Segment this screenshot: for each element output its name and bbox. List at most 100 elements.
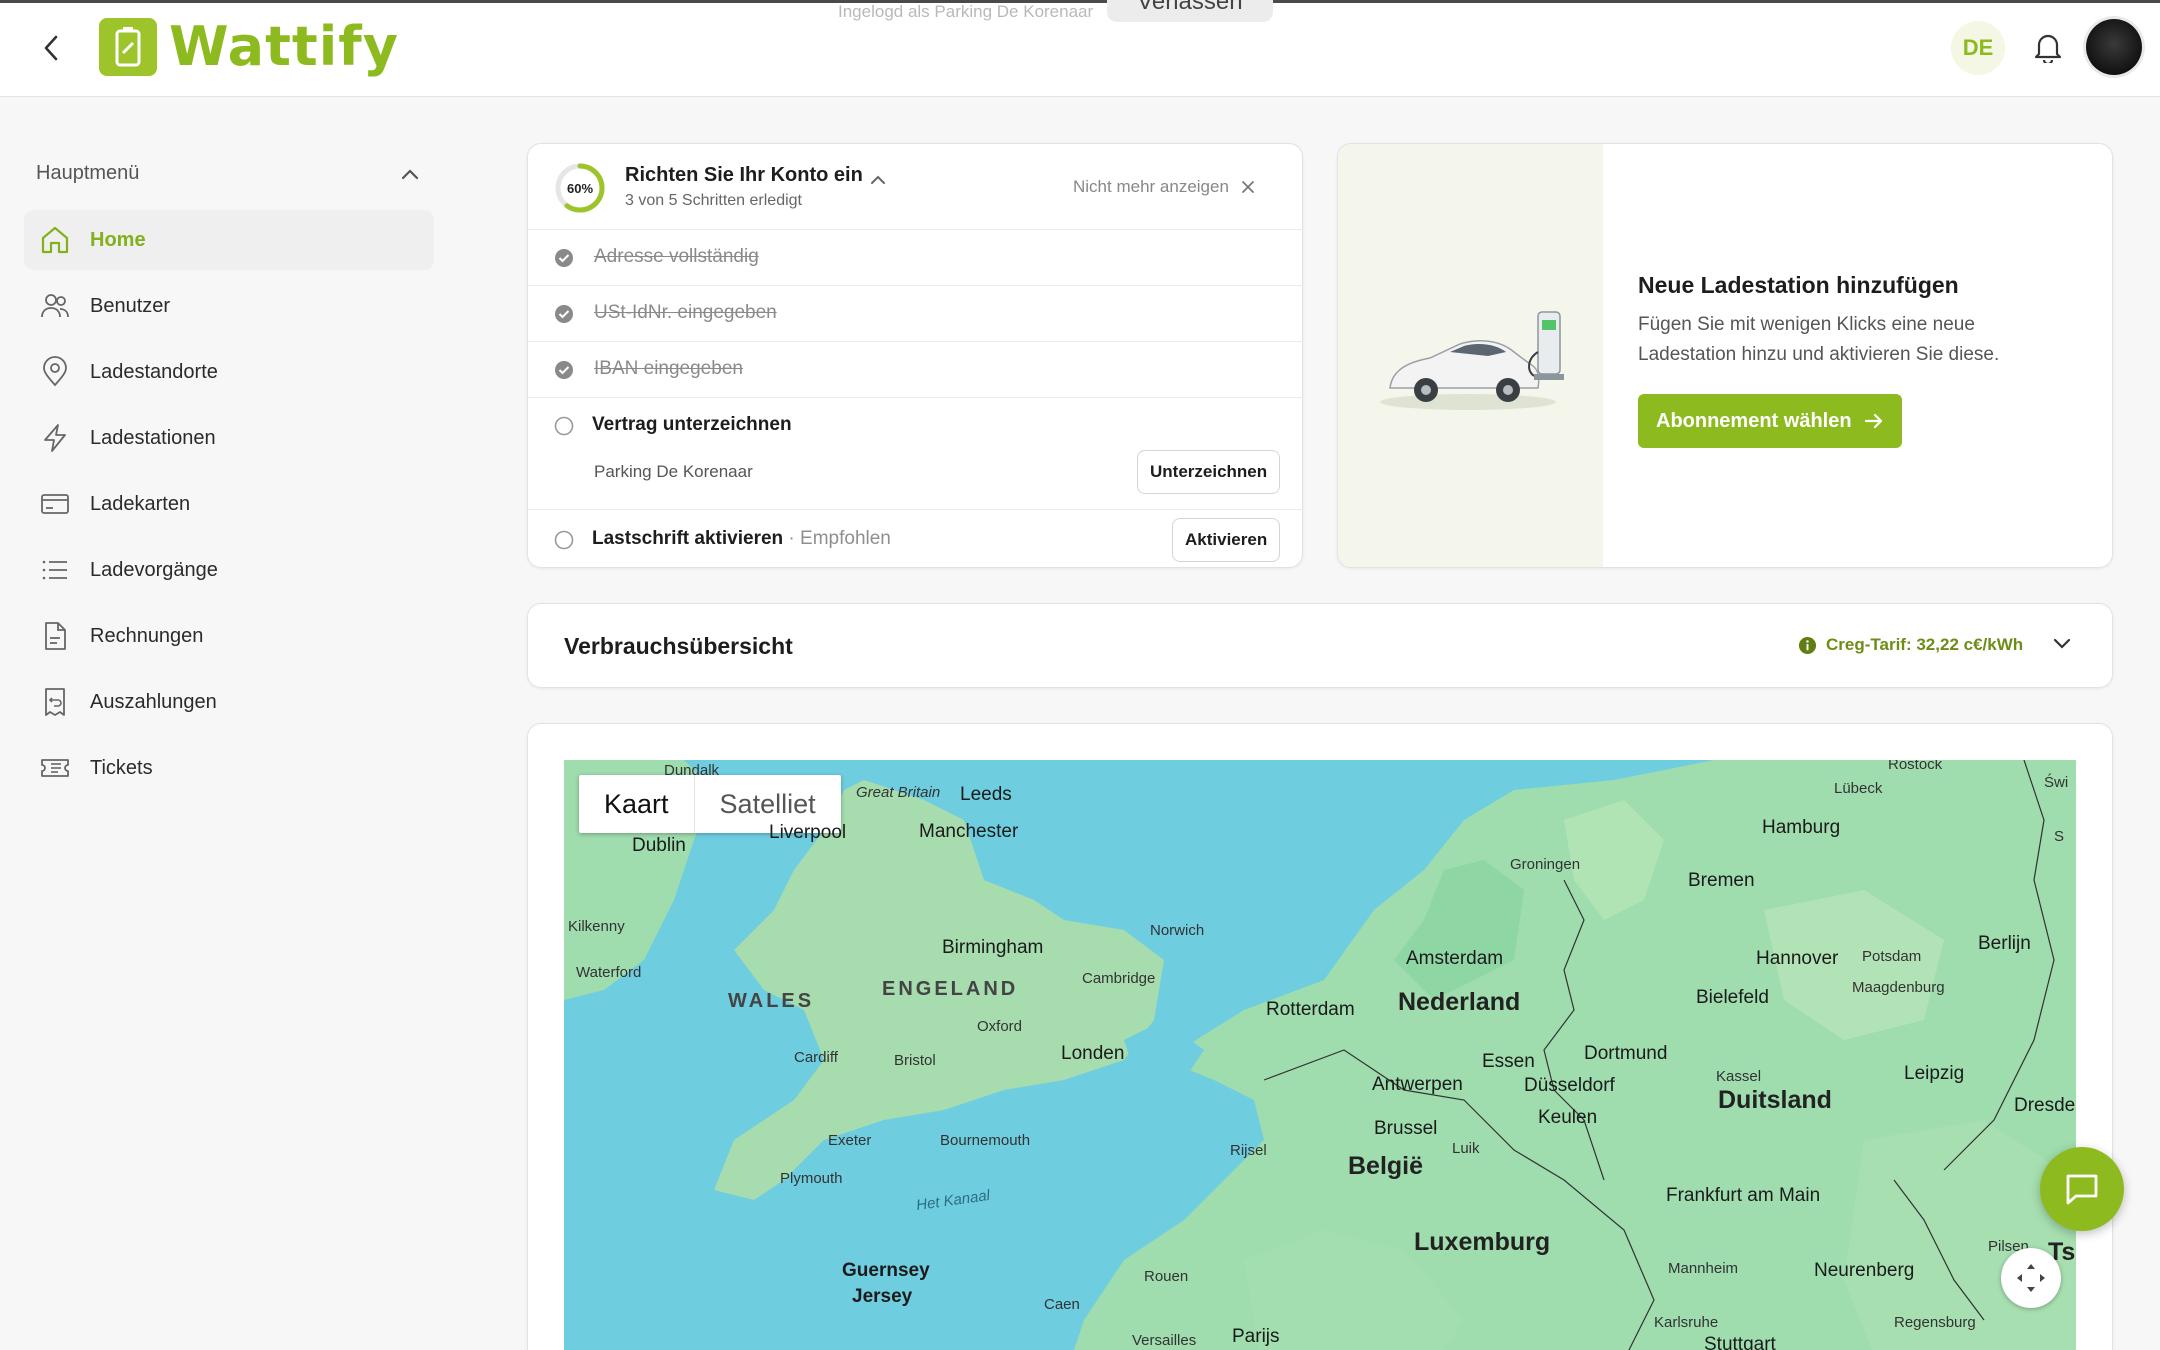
sidebar-item-label: Ladestandorte [90, 360, 218, 383]
sidebar-item-label: Ladekarten [90, 492, 191, 515]
document-icon [38, 619, 72, 653]
map-label: Mannheim [1668, 1260, 1739, 1277]
main-menu-header[interactable]: Hauptmenü [36, 162, 420, 185]
notifications-button[interactable] [2028, 27, 2068, 67]
sidebar-item-ladestationen[interactable]: Ladestationen [24, 408, 434, 468]
map-label: Regensburg [1894, 1314, 1976, 1331]
impersonation-bar: Ingelogd als Parking De Korenaar Verlass… [838, 0, 1273, 22]
usage-overview-bar[interactable]: Verbrauchsübersicht Creg-Tarif: 32,22 c€… [527, 603, 2113, 688]
map-label: Birmingham [942, 937, 1044, 958]
empty-circle-icon[interactable] [554, 416, 574, 436]
map-label: Bielefeld [1696, 987, 1769, 1008]
check-circle-icon [555, 305, 573, 323]
progress-label: 60% [566, 180, 594, 196]
impersonation-text: Ingelogd als Parking De Korenaar [838, 2, 1094, 21]
map-label: Bremen [1688, 870, 1755, 891]
users-icon [38, 289, 72, 323]
map-label: Londen [1061, 1043, 1125, 1064]
map-label: Luxemburg [1414, 1228, 1551, 1256]
leave-impersonation-button[interactable]: Verlassen [1107, 0, 1273, 22]
task-label-text: Lastschrift aktivieren [592, 528, 784, 549]
sign-contract-button[interactable]: Unterzeichnen [1137, 450, 1281, 494]
setup-task: IBAN eingegeben [528, 342, 1302, 398]
map-label: Parijs [1232, 1326, 1280, 1347]
bell-icon [2034, 34, 2062, 63]
map-label: Manchester [919, 821, 1019, 842]
brand-logo[interactable]: Wattify [99, 15, 399, 78]
map-label: Waterford [576, 964, 642, 981]
sidebar-item-benutzer[interactable]: Benutzer [24, 276, 434, 336]
sidebar-item-ladevorgaenge[interactable]: Ladevorgänge [24, 540, 434, 600]
map-label: Potsdam [1862, 948, 1922, 965]
tariff-text: Creg-Tarif: 32,22 c€/kWh [1826, 635, 2024, 654]
setup-task: Vertrag unterzeichnen Parking De Korenaa… [528, 398, 1302, 510]
map-fullscreen-button[interactable] [2001, 1248, 2061, 1308]
add-station-card: Neue Ladestation hinzufügen Fügen Sie mi… [1337, 143, 2113, 568]
map-label: Rouen [1144, 1268, 1189, 1285]
map-label: Amsterdam [1406, 948, 1504, 969]
sidebar-item-label: Ladevorgänge [90, 558, 218, 581]
sidebar-item-label: Benutzer [90, 294, 171, 317]
charging-locations-map[interactable]: Kaart Satelliet Dundalk Dublin Kilkenny … [564, 760, 2076, 1350]
chat-button[interactable] [2040, 1147, 2124, 1231]
top-header: Ingelogd als Parking De Korenaar Verlass… [0, 0, 2160, 97]
dismiss-label: Nicht mehr anzeigen [1073, 177, 1229, 196]
sidebar-item-label: Tickets [90, 756, 153, 779]
language-switcher[interactable]: DE [1951, 21, 2005, 75]
map-label: Dresden [2014, 1095, 2076, 1116]
activate-direct-debit-button[interactable]: Aktivieren [1172, 518, 1281, 562]
choose-subscription-button[interactable]: Abonnement wählen [1638, 394, 1902, 448]
map-label: Świ [2044, 774, 2069, 791]
move-arrows-icon [2017, 1264, 2045, 1292]
map-label: Norwich [1150, 922, 1205, 939]
map-label: Nederland [1398, 988, 1521, 1016]
map-label: Berlijn [1978, 933, 2031, 954]
map-label: Groningen [1510, 856, 1581, 873]
chevron-up-icon [401, 168, 419, 179]
sidebar-item-label: Ladestationen [90, 426, 216, 449]
map-label: Hamburg [1762, 817, 1841, 838]
ev-charging-illustration [1338, 144, 1603, 567]
setup-header[interactable]: 60% Richten Sie Ihr Konto ein 3 von 5 Sc… [528, 144, 1302, 230]
lightning-icon [38, 421, 72, 455]
map-label: Maagdenburg [1852, 979, 1945, 996]
map-card: Kaart Satelliet Dundalk Dublin Kilkenny … [527, 723, 2113, 1350]
sidebar-item-ladekarten[interactable]: Ladekarten [24, 474, 434, 534]
map-label: Keulen [1538, 1107, 1598, 1128]
account-setup-card: 60% Richten Sie Ihr Konto ein 3 von 5 Sc… [527, 143, 1303, 568]
map-label: Dundalk [664, 762, 720, 779]
dismiss-setup-button[interactable]: Nicht mehr anzeigen [1073, 177, 1255, 197]
map-tab-kaart[interactable]: Kaart [579, 775, 694, 833]
map-label: België [1348, 1152, 1424, 1180]
sidebar-item-tickets[interactable]: Tickets [24, 738, 434, 798]
map-label: ENGELAND [882, 978, 1019, 1000]
close-icon [1242, 181, 1254, 193]
usage-title: Verbrauchsübersicht [564, 633, 793, 659]
back-button[interactable] [36, 30, 66, 66]
setup-task: Lastschrift aktivieren · Empfohlen Aktiv… [528, 510, 1302, 567]
map-label: Antwerpen [1372, 1074, 1463, 1095]
sidebar-item-label: Home [90, 228, 146, 251]
user-avatar[interactable] [2086, 19, 2142, 75]
empty-circle-icon[interactable] [554, 530, 574, 550]
map-label: Dublin [632, 835, 686, 856]
sidebar-item-ladestandorte[interactable]: Ladestandorte [24, 342, 434, 402]
map-label: Cambridge [1082, 970, 1156, 987]
task-label: Adresse vollständig [594, 246, 759, 267]
sidebar-item-home[interactable]: Home [24, 210, 434, 270]
sidebar-item-auszahlungen[interactable]: Auszahlungen [24, 672, 434, 732]
credit-card-icon [38, 487, 72, 521]
map-label: Bristol [894, 1052, 936, 1069]
map-label: WALES [728, 990, 815, 1012]
sidebar-item-rechnungen[interactable]: Rechnungen [24, 606, 434, 666]
chevron-down-icon[interactable] [2052, 636, 2072, 650]
task-label: Vertrag unterzeichnen [592, 414, 792, 435]
location-pin-icon [38, 355, 72, 389]
setup-title: Richten Sie Ihr Konto ein [625, 164, 863, 186]
brand-name: Wattify [169, 15, 399, 78]
chevron-up-icon[interactable] [870, 175, 886, 185]
task-label: IBAN eingegeben [594, 358, 743, 379]
promo-description: Fügen Sie mit wenigen Klicks eine neue L… [1638, 314, 2000, 365]
setup-subtitle: 3 von 5 Schritten erledigt [625, 192, 802, 209]
choose-subscription-label: Abonnement wählen [1656, 409, 1852, 432]
